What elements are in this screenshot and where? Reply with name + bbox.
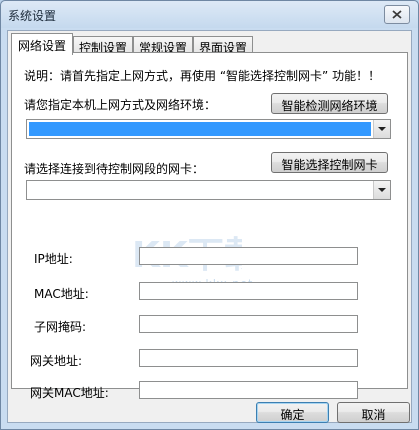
ip-address-label: IP地址:	[34, 252, 73, 266]
window-title: 系统设置	[8, 9, 57, 23]
nic-dropdown[interactable]	[26, 180, 391, 200]
close-button[interactable]	[384, 5, 410, 24]
chevron-down-icon	[378, 127, 386, 131]
gateway-mac-label: 网关MAC地址:	[30, 386, 109, 400]
ok-button[interactable]: 确定	[256, 402, 329, 423]
detect-network-button[interactable]: 智能检测网络环境	[271, 93, 388, 114]
network-settings-panel: 说明：请首先指定上网方式，再使用 “智能选择控制网卡” 功能！！ 请您指定本机上…	[11, 52, 408, 400]
ip-address-field[interactable]	[139, 247, 358, 265]
chevron-down-icon	[378, 188, 386, 192]
gateway-address-field[interactable]	[139, 349, 358, 367]
dialog-client-area: 网络设置 控制设置 常规设置 界面设置 说明：请首先指定上网方式，再使用 “智能…	[7, 30, 412, 423]
network-env-dropdown[interactable]	[26, 119, 391, 139]
subnet-mask-label: 子网掩码:	[34, 320, 87, 334]
gateway-address-label: 网关地址:	[30, 354, 83, 368]
nic-dropdown-arrow[interactable]	[373, 181, 390, 199]
tab-network-settings[interactable]: 网络设置	[11, 33, 73, 55]
gateway-mac-field[interactable]	[139, 381, 358, 399]
nic-selected	[29, 183, 371, 197]
mac-address-label: MAC地址:	[34, 287, 89, 301]
network-env-dropdown-arrow[interactable]	[373, 120, 390, 138]
nic-label: 请选择连接到待控制网段的网卡：	[24, 162, 205, 176]
title-bar[interactable]: 系统设置	[1, 1, 418, 28]
select-nic-button[interactable]: 智能选择控制网卡	[271, 152, 388, 173]
cancel-button[interactable]: 取消	[337, 402, 410, 423]
settings-window: 系统设置 网络设置 控制设置 常规设置 界面设置 说明：请首先指定上网方式，再使…	[0, 0, 419, 430]
subnet-mask-field[interactable]	[139, 315, 358, 333]
mac-address-field[interactable]	[139, 282, 358, 300]
network-env-selected	[29, 122, 371, 136]
close-icon	[392, 10, 402, 19]
network-env-label: 请您指定本机上网方式及网络环境：	[24, 98, 217, 112]
instruction-text: 说明：请首先指定上网方式，再使用 “智能选择控制网卡” 功能！！	[24, 69, 381, 83]
